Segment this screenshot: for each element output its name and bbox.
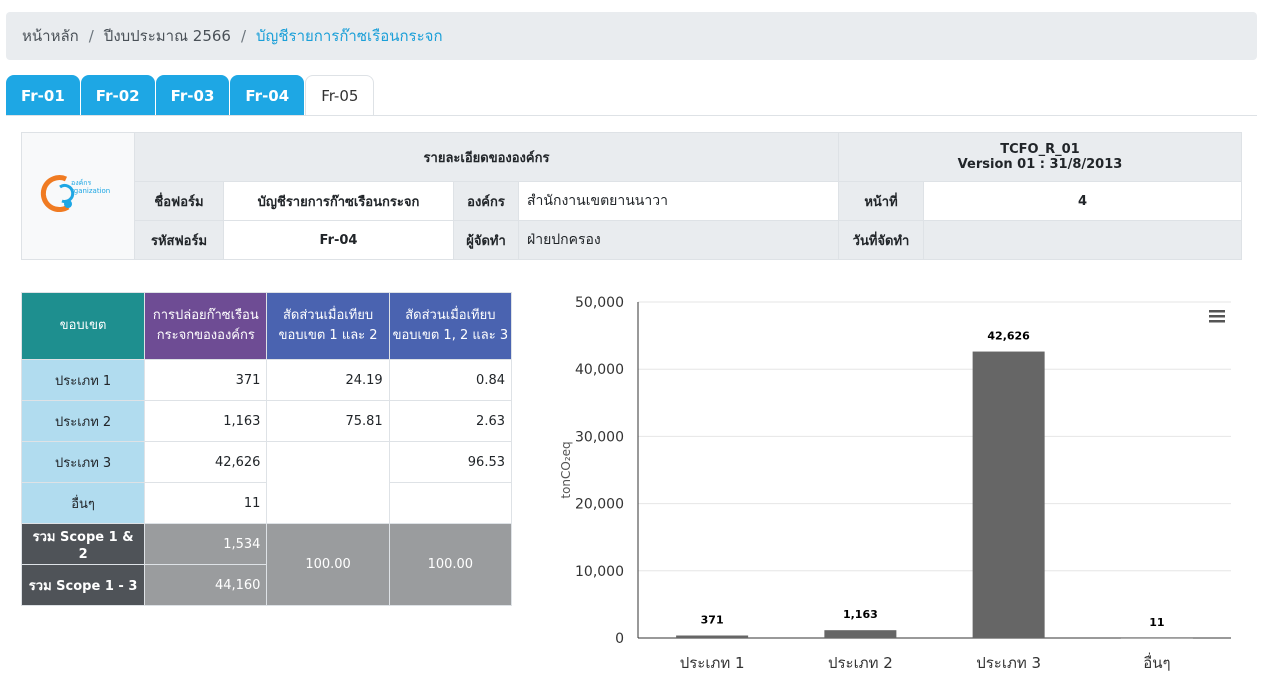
breadcrumb-year[interactable]: ปีงบประมาณ 2566: [104, 24, 231, 48]
col-emission-header-line1: การปล่อยก๊าซเรือน: [152, 308, 259, 323]
x-tick-label: ประเภท 1: [680, 654, 745, 672]
form-code-label: รหัสฟอร์ม: [134, 220, 224, 260]
page-value: 4: [923, 181, 1242, 221]
header-code: TCFO_R_01: [1000, 142, 1080, 157]
col-pct12-header-line1: สัดส่วนเมื่อเทียบ: [282, 308, 374, 323]
breadcrumb-separator: /: [88, 27, 94, 45]
col-pct12-header: สัดส่วนเมื่อเทียบ ขอบเขต 1 และ 2: [266, 292, 390, 360]
row-label: ประเภท 3: [20, 441, 146, 483]
table-row: รวม Scope 1 & 2 1,534 100.00 100.00: [20, 523, 513, 606]
tab-fr-04[interactable]: Fr-04: [230, 75, 305, 116]
hamburger-line: [1209, 315, 1225, 318]
hamburger-line: [1209, 310, 1225, 313]
row-label: ประเภท 2: [20, 400, 146, 442]
header-version: Version 01 : 31/8/2013: [957, 157, 1123, 172]
sum13-value: 44,160: [144, 564, 268, 606]
y-tick-label: 0: [615, 631, 624, 647]
form-name-value: บัญชีรายการก๊าซเรือนกระจก: [223, 181, 454, 221]
y-tick-label: 10,000: [575, 564, 624, 580]
row-label: อื่นๆ: [20, 482, 146, 524]
tab-fr-02[interactable]: Fr-02: [80, 75, 155, 116]
col-emission-header: การปล่อยก๊าซเรือน กระจกขององค์กร: [144, 292, 268, 360]
emission-bar-chart: 0 10,000 20,000 30,000 40,000 50,000 tonCO₂eq 3…: [559, 295, 1231, 672]
emission-table: ขอบเขต การปล่อยก๊าซเรือน กระจกขององค์กร …: [20, 292, 513, 606]
data-label: 1,163: [843, 608, 878, 621]
y-tick-label: 40,000: [575, 362, 624, 378]
breadcrumb-current: บัญชีรายการก๊าซเรือนกระจก: [256, 27, 443, 45]
breadcrumb-home[interactable]: หน้าหลัก: [22, 24, 79, 48]
row-label: ประเภท 1: [20, 359, 146, 401]
sum12-label: รวม Scope 1 & 2: [20, 523, 146, 565]
tab-fr-03[interactable]: Fr-03: [155, 75, 230, 116]
col-pct12-header-line2: ขอบเขต 1 และ 2: [278, 328, 378, 343]
tab-fr-01[interactable]: Fr-01: [6, 75, 80, 116]
row-emission: 42,626: [144, 441, 268, 483]
sum-pct12: 100.00: [266, 523, 390, 606]
x-tick-label: ประเภท 2: [828, 654, 893, 672]
tab-bar: Fr-01 Fr-02 Fr-03 Fr-04 Fr-05: [6, 75, 375, 116]
col-pct123-header-line2: ขอบเขต 1, 2 และ 3: [392, 328, 509, 343]
form-name-label: ชื่อฟอร์ม: [134, 181, 224, 221]
row-pct12: 75.81: [266, 400, 390, 442]
tab-divider: [6, 115, 1257, 116]
breadcrumb: หน้าหลัก / ปีงบประมาณ 2566 / บัญชีรายการ…: [6, 12, 1257, 60]
x-tick-label: ประเภท 3: [976, 654, 1041, 672]
tab-fr-05[interactable]: Fr-05: [305, 75, 375, 116]
sum12-value: 1,534: [144, 523, 268, 565]
data-label: 11: [1149, 616, 1164, 629]
row-pct123: 2.63: [388, 400, 513, 442]
y-tick-label: 50,000: [575, 295, 624, 311]
row-pct123: 96.53: [388, 441, 513, 483]
bar: [676, 635, 749, 638]
table-row: อื่นๆ 11: [20, 482, 513, 524]
table-row: ประเภท 1 371 24.19 0.84: [20, 359, 513, 401]
svg-text:องค์กร: องค์กร: [71, 179, 92, 187]
row-pct123: 0.84: [388, 359, 513, 401]
preparer-label: ผู้จัดทำ: [453, 220, 519, 260]
row-emission: 1,163: [144, 400, 268, 442]
org-value: สำนักงานเขตยานนาวา: [518, 181, 839, 221]
col-emission-header-line2: กระจกขององค์กร: [156, 328, 255, 343]
row-pct123: [388, 482, 513, 524]
date-label: วันที่จัดทำ: [838, 220, 924, 260]
y-axis-label: tonCO₂eq: [559, 441, 573, 498]
x-tick-label: อื่นๆ: [1143, 652, 1170, 672]
org-label: องค์กร: [453, 181, 519, 221]
col-pct123-header-line1: สัดส่วนเมื่อเทียบ: [405, 308, 496, 323]
sum13-label: รวม Scope 1 - 3: [20, 564, 146, 606]
preparer-value: ฝ่ายปกครอง: [518, 220, 839, 260]
organization-logo-icon: องค์กร rganization: [40, 175, 110, 213]
organization-header-table: องค์กร rganization รายละเอียดขององค์กร T…: [21, 132, 1242, 260]
y-tick-label: 20,000: [575, 497, 624, 513]
svg-text:rganization: rganization: [71, 187, 110, 195]
row-pct12: 24.19: [266, 359, 390, 401]
sum-pct123: 100.00: [388, 523, 513, 606]
hamburger-line: [1209, 320, 1225, 323]
bar: [1120, 637, 1193, 639]
bar: [824, 630, 897, 638]
organization-logo: องค์กร rganization: [21, 132, 135, 260]
date-value: [923, 220, 1242, 260]
col-scope-header: ขอบเขต: [20, 292, 146, 360]
row-emission: 371: [144, 359, 268, 401]
col-pct123-header: สัดส่วนเมื่อเทียบ ขอบเขต 1, 2 และ 3: [388, 292, 513, 360]
bar: [972, 351, 1045, 638]
table-row: ประเภท 3 42,626 96.53: [20, 441, 513, 524]
table-row: ประเภท 2 1,163 75.81 2.63: [20, 400, 513, 442]
row-pct12-empty: [266, 441, 390, 524]
y-tick-label: 30,000: [575, 429, 624, 445]
data-label: 371: [701, 614, 724, 627]
data-label: 42,626: [987, 330, 1030, 343]
form-code-value: Fr-04: [223, 220, 454, 260]
page-label: หน้าที่: [838, 181, 924, 221]
header-title: รายละเอียดขององค์กร: [134, 132, 839, 182]
row-emission: 11: [144, 482, 268, 524]
breadcrumb-separator: /: [240, 27, 247, 45]
header-version-block: TCFO_R_01 Version 01 : 31/8/2013: [838, 132, 1242, 182]
hamburger-menu-icon[interactable]: [1209, 310, 1225, 323]
